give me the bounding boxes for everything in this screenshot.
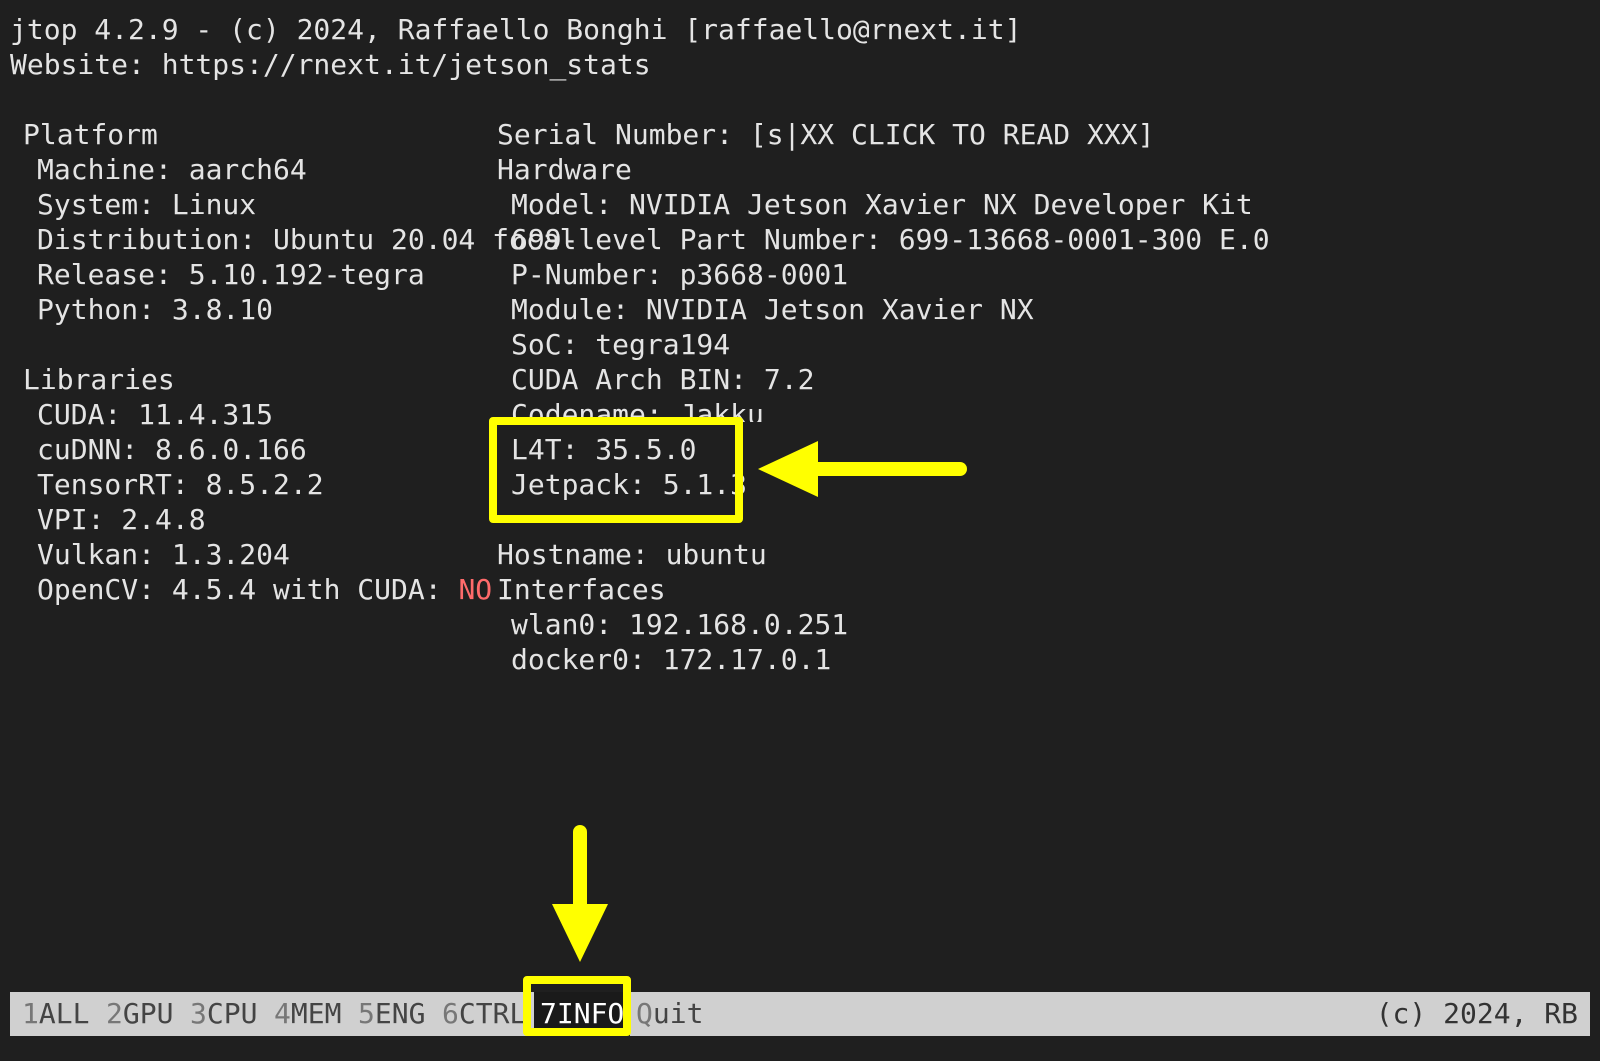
menu-tab-cpu[interactable]: 3CPU — [190, 992, 257, 1036]
system-value: System: Linux — [37, 188, 257, 221]
interfaces-heading: Interfaces — [497, 573, 666, 606]
tensorrt-value: TensorRT: 8.5.2.2 — [37, 468, 324, 501]
vpi-value: VPI: 2.4.8 — [37, 503, 206, 536]
libraries-heading: Libraries — [23, 363, 175, 396]
python-value: Python: 3.8.10 — [37, 293, 274, 326]
cudnn-value: cuDNN: 8.6.0.166 — [37, 433, 307, 466]
release-value: Release: 5.10.192-tegra — [37, 258, 425, 291]
p-number-value: P-Number: p3668-0001 — [511, 258, 849, 291]
menu-bar: 1ALL 2GPU 3CPU 4MEM 5ENG 6CTRL 7INFO Qui… — [10, 992, 1590, 1036]
platform-heading: Platform — [23, 118, 158, 151]
l4t-jetpack-highlight-box — [489, 417, 743, 523]
down-arrow-icon — [552, 825, 608, 962]
info-tab-highlight-box — [523, 976, 631, 1036]
wlan0-value: wlan0: 192.168.0.251 — [511, 608, 849, 641]
menu-tab-mem[interactable]: 4MEM — [274, 992, 341, 1036]
opencv-label: OpenCV: 4.5.4 with CUDA: — [37, 573, 459, 606]
menu-tab-eng[interactable]: 5ENG — [358, 992, 425, 1036]
menu-tab-ctrl[interactable]: 6CTRL — [442, 992, 526, 1036]
cuda-arch-value: CUDA Arch BIN: 7.2 — [511, 363, 815, 396]
hardware-heading: Hardware — [497, 153, 632, 186]
machine-value: Machine: aarch64 — [37, 153, 307, 186]
opencv-line: OpenCV: 4.5.4 with CUDA: NO — [37, 573, 492, 607]
distribution-value: Distribution: Ubuntu 20.04 focal — [37, 223, 577, 256]
menu-tab-all[interactable]: 1ALL — [22, 992, 89, 1036]
soc-value: SoC: tegra194 — [511, 328, 731, 361]
vulkan-value: Vulkan: 1.3.204 — [37, 538, 290, 571]
opencv-cuda-status: NO — [458, 573, 493, 606]
docker0-value: docker0: 172.17.0.1 — [511, 643, 832, 676]
left-arrow-icon — [758, 441, 967, 497]
hostname-value: Hostname: ubuntu — [497, 538, 767, 571]
menu-tab-gpu[interactable]: 2GPU — [106, 992, 173, 1036]
app-title: jtop 4.2.9 - (c) 2024, Raffaello Bonghi … — [10, 13, 1022, 46]
copyright-text: (c) 2024, RB — [1375, 997, 1578, 1030]
menu-quit[interactable]: Quit — [636, 992, 703, 1036]
model-value: Model: NVIDIA Jetson Xavier NX Developer… — [511, 188, 1253, 221]
part-number-value: 699-level Part Number: 699-13668-0001-30… — [511, 223, 1270, 256]
serial-number[interactable]: Serial Number: [s|XX CLICK TO READ XXX] — [497, 118, 1154, 152]
website-line: Website: https://rnext.it/jetson_stats — [10, 48, 651, 81]
cuda-value: CUDA: 11.4.315 — [37, 398, 274, 431]
module-value: Module: NVIDIA Jetson Xavier NX — [511, 293, 1034, 326]
